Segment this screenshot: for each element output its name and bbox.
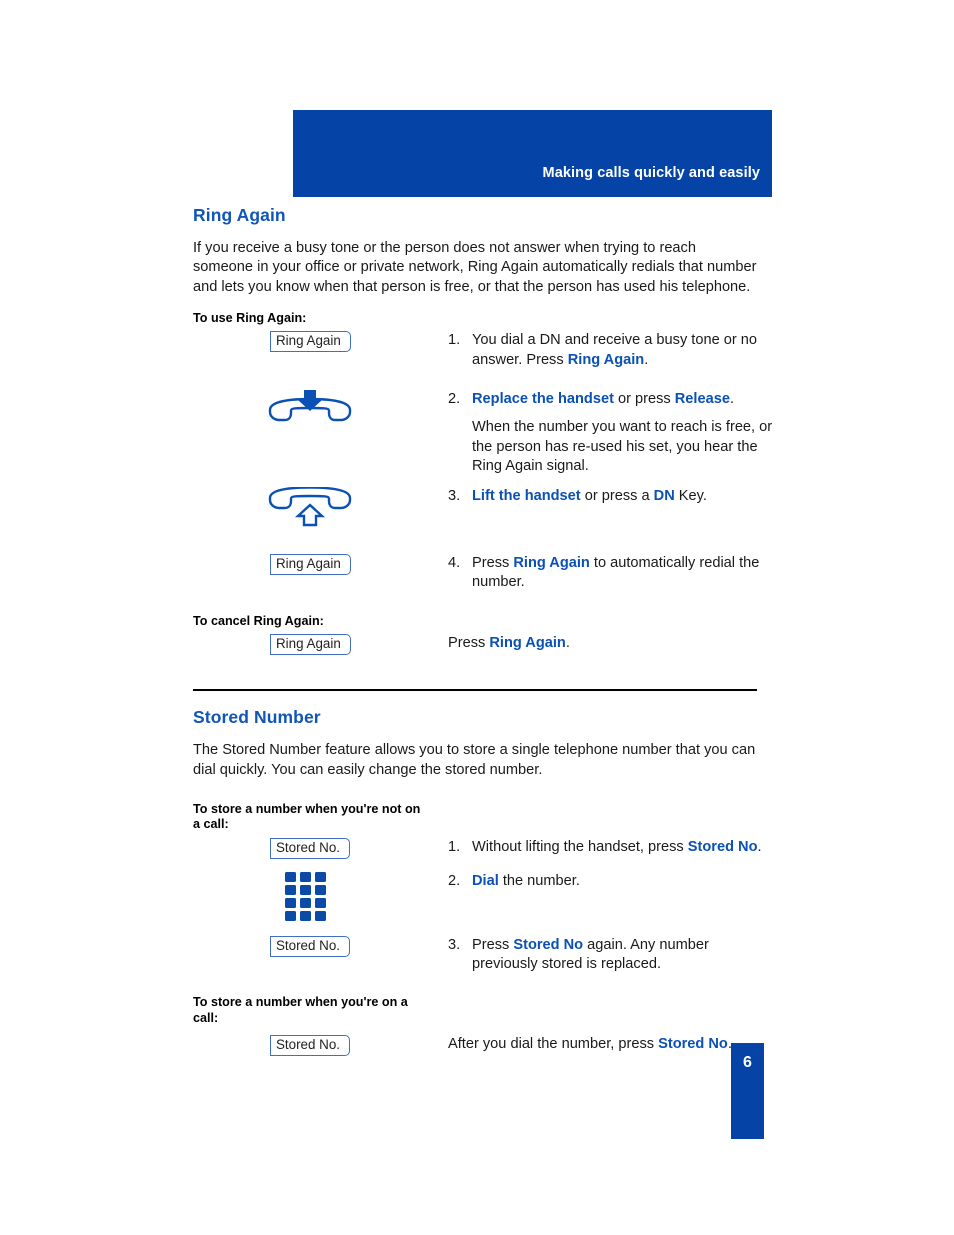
handset-down-icon	[266, 389, 448, 437]
step-4-text-before: Press	[472, 555, 514, 572]
steps-ring-again: Ring Again 1. You dial a DN and receive …	[193, 331, 793, 592]
subhead-to-cancel-ring-again: To cancel Ring Again:	[193, 613, 324, 628]
step-3-text-middle: or press a	[580, 488, 654, 505]
keycap-ring-again-3[interactable]: Ring Again	[270, 634, 351, 656]
step-number-3: 3.	[448, 488, 461, 505]
step-row-2: 2. Replace the handset or press Release.…	[193, 389, 793, 476]
step-2-text-middle: or press	[613, 390, 675, 407]
cancel-text-after: .	[565, 635, 570, 652]
keycap-stored-no-2[interactable]: Stored No.	[270, 935, 351, 957]
section-stored-number: Stored Number The Stored Number feature …	[193, 707, 793, 1057]
stored-step-1-text-after: .	[757, 838, 762, 855]
stored-step-row-1: Stored No. 1. Without lifting the handse…	[193, 837, 793, 859]
step-row-4: Ring Again 4. Press Ring Again to automa…	[193, 554, 793, 593]
stored-step-2-text-after: the number.	[498, 872, 580, 889]
header-title: Making calls quickly and easily	[542, 165, 760, 181]
step-body-2: 2. Replace the handset or press Release.…	[448, 390, 793, 476]
steps-stored-number: Stored No. 1. Without lifting the handse…	[193, 837, 793, 975]
step-body-4: 4. Press Ring Again to automatically red…	[448, 554, 793, 593]
step-text-cancel: Press Ring Again.	[448, 634, 760, 653]
step-2-keyword: Replace the handset	[472, 390, 614, 407]
stored-step-row-on-call: Stored No. After you dial the number, pr…	[193, 1035, 793, 1057]
subhead-store-on-call: To store a number when you're on a call:	[193, 995, 408, 1025]
step-2-text-after: .	[729, 390, 735, 407]
step-body-cancel: Press Ring Again.	[448, 634, 793, 653]
stored-step-text-on-call: After you dial the number, press Stored …	[448, 1035, 778, 1054]
stored-step-text-2: Dial the number.	[472, 872, 784, 891]
step-number-4: 4.	[448, 555, 461, 572]
step-text-3: Lift the handset or press a DN Key.	[472, 487, 784, 506]
step-4-keyword: Ring Again	[513, 555, 590, 572]
step-gutter-1: Ring Again	[193, 331, 448, 353]
keycap-ring-again-2[interactable]: Ring Again	[270, 554, 351, 576]
step-gutter-4: Ring Again	[193, 554, 448, 576]
stored-step-text-3: Press Stored No again. Any number previo…	[472, 936, 752, 975]
step-gutter-3	[193, 486, 448, 532]
keycap-ring-again-1[interactable]: Ring Again	[270, 331, 351, 353]
step-text-1: You dial a DN and receive a busy tone or…	[472, 331, 784, 370]
on-call-keyword: Stored No	[658, 1036, 728, 1053]
stored-step-gutter-on-call: Stored No.	[193, 1035, 448, 1057]
stored-step-number-1: 1.	[448, 838, 461, 855]
step-3-keyword-2: DN	[653, 488, 675, 505]
stored-step-3-keyword: Stored No	[513, 936, 584, 953]
stored-step-gutter-3: Stored No.	[193, 935, 448, 957]
stored-step-gutter-2	[193, 871, 448, 927]
section-title-stored-number: Stored Number	[193, 707, 321, 728]
dial-keypad-icon	[285, 871, 448, 927]
cancel-keyword: Ring Again	[489, 635, 566, 652]
step-3-text-after: Key.	[674, 488, 707, 505]
page-number: 6	[743, 1054, 752, 1071]
stored-step-number-2: 2.	[448, 872, 461, 889]
step-row-cancel: Ring Again Press Ring Again.	[193, 634, 793, 656]
page-number-tab: 6	[731, 1043, 764, 1139]
keycap-stored-no-3[interactable]: Stored No.	[270, 1035, 351, 1057]
stored-step-body-2: 2. Dial the number.	[448, 872, 793, 891]
stored-step-gutter-1: Stored No.	[193, 837, 448, 859]
step-text-4: Press Ring Again to automatically redial…	[472, 554, 784, 593]
step-number-2: 2.	[448, 390, 461, 407]
header-banner: Making calls quickly and easily	[293, 110, 772, 197]
stored-step-1-text-before: Without lifting the handset, press	[472, 838, 688, 855]
step-3-keyword: Lift the handset	[472, 488, 581, 505]
step-row-3: 3. Lift the handset or press a DN Key.	[193, 486, 793, 532]
step-1-text-after: .	[644, 351, 649, 368]
stored-step-row-3: Stored No. 3. Press Stored No again. Any…	[193, 935, 793, 975]
step-2-keyword-2: Release	[674, 390, 730, 407]
ring-again-note: When the number you want to reach is fre…	[472, 419, 773, 474]
subhead-store-not-on-call: To store a number when you're not on a c…	[193, 801, 421, 832]
stored-step-body-1: 1. Without lifting the handset, press St…	[448, 838, 793, 857]
step-text-2: Replace the handset or press Release. Wh…	[472, 390, 784, 476]
keycap-stored-no-1[interactable]: Stored No.	[270, 837, 351, 859]
page-content: Ring Again If you receive a busy tone or…	[193, 205, 793, 1057]
handset-up-icon	[266, 486, 448, 532]
section-intro-stored-number: The Stored Number feature allows you to …	[193, 742, 756, 778]
stored-step-body-3: 3. Press Stored No again. Any number pre…	[448, 936, 793, 975]
stored-step-text-1: Without lifting the handset, press Store…	[472, 838, 764, 857]
stored-step-2-keyword: Dial	[472, 872, 499, 889]
step-row-1: Ring Again 1. You dial a DN and receive …	[193, 331, 793, 370]
step-1-keyword: Ring Again	[567, 351, 645, 368]
section-divider	[193, 689, 757, 692]
stored-step-3-text-before: Press	[472, 936, 514, 953]
stored-step-number-3: 3.	[448, 936, 461, 953]
step-body-3: 3. Lift the handset or press a DN Key.	[448, 487, 793, 506]
section-title-ring-again: Ring Again	[193, 205, 286, 225]
step-body-1: 1. You dial a DN and receive a busy tone…	[448, 331, 793, 370]
step-number-1: 1.	[448, 332, 461, 349]
section-intro-ring-again: If you receive a busy tone or the person…	[193, 240, 757, 295]
step-gutter-cancel: Ring Again	[193, 634, 448, 656]
stored-step-row-2: 2. Dial the number.	[193, 871, 793, 927]
on-call-text-before: After you dial the number, press	[448, 1036, 659, 1053]
step-gutter-2	[193, 389, 448, 437]
subhead-to-use-ring-again: To use Ring Again:	[193, 310, 307, 325]
stored-step-1-keyword: Stored No	[687, 838, 758, 855]
section-ring-again: Ring Again If you receive a busy tone or…	[193, 205, 793, 656]
cancel-text-before: Press	[448, 635, 490, 652]
